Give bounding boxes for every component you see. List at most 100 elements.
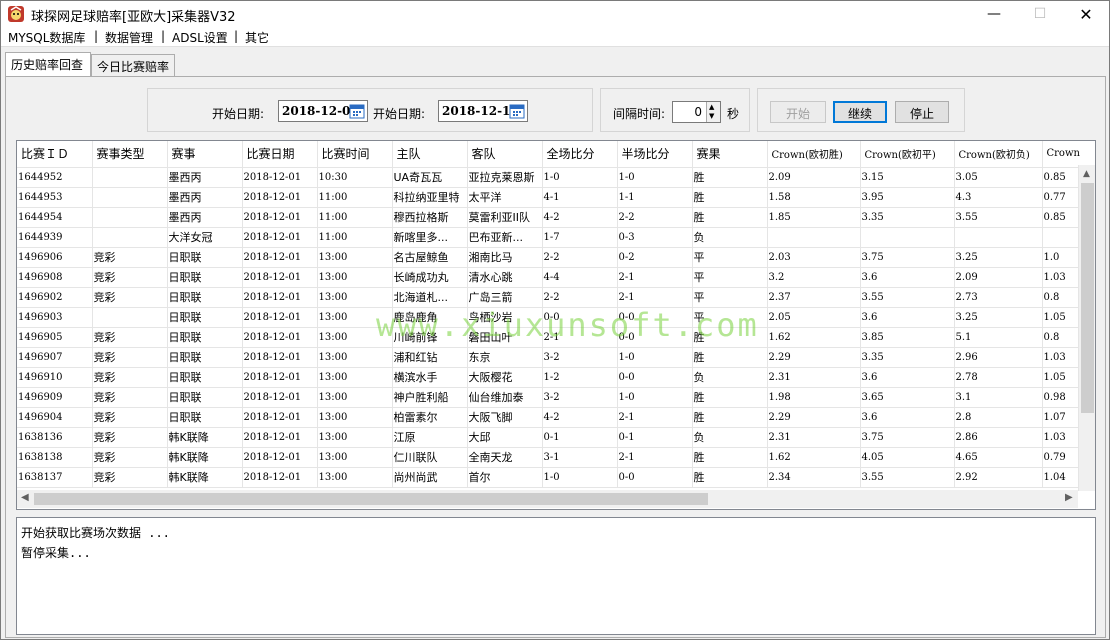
table-header-row: 比赛ＩＤ 赛事类型 赛事 比赛日期 比赛时间 主队 客队 全场比分 半场比分 赛果 Crown(欧初… — [17, 141, 1095, 168]
column-header[interactable]: 赛果 — [692, 141, 768, 168]
table-row[interactable]: 1638136 竞彩 韩K联降 2018-12-01 13:00 江原 大邱 0-1 0-1 负 2… — [17, 427, 1095, 448]
table-cell: 2018-12-01 — [242, 327, 318, 348]
table-row[interactable]: 1644952 墨西丙 2018-12-01 10:30 UA奇瓦瓦 亚拉克莱恩斯 1-0 1… — [17, 167, 1095, 188]
column-header[interactable]: Crown — [1042, 141, 1095, 168]
table-row[interactable]: 1496903 日职联 2018-12-01 13:00 鹿岛鹿角 鸟栖沙岩 0-0 0-0 平… — [17, 307, 1095, 328]
table-row[interactable]: 1644939 大洋女冠 2018-12-01 11:00 新喀里多... 巴布亚新...… — [17, 227, 1095, 248]
menu-adsl-settings[interactable]: ADSL设置 — [172, 29, 228, 46]
table-cell: 日职联 — [167, 267, 243, 288]
log-output[interactable]: 开始获取比赛场次数据 ... 暂停采集... — [16, 517, 1096, 635]
tab-history-odds[interactable]: 历史赔率回查 — [5, 52, 91, 76]
table-row[interactable]: 1496910 竞彩 日职联 2018-12-01 13:00 横滨水手 大阪樱花 1-2 0-… — [17, 367, 1095, 388]
table-cell: 3-2 — [542, 387, 618, 408]
table-cell: 韩K联降 — [167, 447, 243, 468]
menu-data-management[interactable]: 数据管理 — [105, 29, 153, 46]
spin-up-icon[interactable]: ▲ — [709, 103, 714, 111]
horizontal-scrollbar[interactable]: ◀ ▶ — [17, 490, 1078, 508]
scroll-right-icon[interactable]: ▶ — [1065, 492, 1073, 503]
minimize-button[interactable]: — — [971, 1, 1017, 27]
interval-spinner[interactable]: 0 ▲ ▼ — [672, 101, 721, 123]
vertical-scroll-thumb[interactable] — [1081, 183, 1094, 413]
table-cell: 2.37 — [767, 287, 861, 308]
table-cell: 负 — [692, 367, 768, 388]
start-date-picker[interactable]: 2018-12-01 — [278, 100, 368, 122]
column-header[interactable]: 比赛ＩＤ — [17, 141, 93, 168]
scroll-left-icon[interactable]: ◀ — [21, 492, 29, 503]
table-cell: 2.8 — [954, 407, 1043, 428]
table-row[interactable]: 1496908 竞彩 日职联 2018-12-01 13:00 长崎成功丸 清水心跳 4-4 2… — [17, 267, 1095, 288]
table-cell: 胜 — [692, 187, 768, 208]
table-row[interactable]: 1496902 竞彩 日职联 2018-12-01 13:00 北海道札... 广岛三箭 2-… — [17, 287, 1095, 308]
table-cell: 1496908 — [17, 267, 93, 288]
table-row[interactable]: 1496907 竞彩 日职联 2018-12-01 13:00 浦和红钻 东京 3-2 1-0 胜… — [17, 347, 1095, 368]
table-cell: 2018-12-01 — [242, 247, 318, 268]
column-header[interactable]: Crown(欧初负) — [954, 141, 1043, 168]
table-cell: 1.98 — [767, 387, 861, 408]
start-button[interactable]: 开始 — [770, 101, 826, 123]
table-cell: 仁川联队 — [392, 447, 468, 468]
table-cell: 尚州尚武 — [392, 467, 468, 488]
spinner-arrows[interactable]: ▲ ▼ — [706, 102, 720, 122]
column-header[interactable]: 全场比分 — [542, 141, 618, 168]
table-cell: 3.55 — [954, 207, 1043, 228]
table-cell: 鸟栖沙岩 — [467, 307, 543, 328]
vertical-scrollbar[interactable]: ▲ — [1078, 165, 1095, 491]
maximize-button[interactable]: ☐ — [1017, 1, 1063, 27]
column-header[interactable]: Crown(欧初胜) — [767, 141, 861, 168]
odds-data-grid[interactable]: 比赛ＩＤ 赛事类型 赛事 比赛日期 比赛时间 主队 客队 全场比分 半场比分 赛果 Crown(欧初… — [16, 140, 1096, 510]
stop-button[interactable]: 停止 — [895, 101, 949, 123]
table-row[interactable]: 1496906 竞彩 日职联 2018-12-01 13:00 名古屋鲸鱼 湘南比马 2-2 0… — [17, 247, 1095, 268]
table-row[interactable]: 1496904 竞彩 日职联 2018-12-01 13:00 柏雷素尔 大阪飞脚 4-2 2-… — [17, 407, 1095, 428]
column-header[interactable]: 比赛日期 — [242, 141, 318, 168]
end-date-picker[interactable]: 2018-12-19 — [438, 100, 528, 122]
table-cell: 11:00 — [317, 207, 393, 228]
column-header[interactable]: 赛事类型 — [92, 141, 168, 168]
table-cell: 大邱 — [467, 427, 543, 448]
column-header[interactable]: 比赛时间 — [317, 141, 393, 168]
table-cell: 1644954 — [17, 207, 93, 228]
table-cell: 2.34 — [767, 467, 861, 488]
table-cell: 胜 — [692, 407, 768, 428]
table-row[interactable]: 1644954 墨西丙 2018-12-01 11:00 穆西拉格斯 莫雷利亚II队 4-2… — [17, 207, 1095, 228]
table-cell: 2-1 — [542, 327, 618, 348]
table-cell: 13:00 — [317, 347, 393, 368]
table-cell: 3.6 — [860, 407, 955, 428]
column-header[interactable]: 赛事 — [167, 141, 243, 168]
app-window: 球探网足球赔率[亚欧大]采集器V32 — ☐ ✕ MYSQL数据库 | 数据管理… — [0, 0, 1110, 640]
table-cell: 墨西丙 — [167, 167, 243, 188]
table-cell: 13:00 — [317, 307, 393, 328]
continue-button[interactable]: 继续 — [833, 101, 887, 123]
table-cell: 2-2 — [542, 247, 618, 268]
table-cell: 江原 — [392, 427, 468, 448]
table-cell: 名古屋鲸鱼 — [392, 247, 468, 268]
calendar-icon[interactable] — [509, 103, 525, 119]
table-cell: 2.73 — [954, 287, 1043, 308]
table-cell: 胜 — [692, 167, 768, 188]
odds-table: 比赛ＩＤ 赛事类型 赛事 比赛日期 比赛时间 主队 客队 全场比分 半场比分 赛果 Crown(欧初… — [17, 141, 1095, 488]
table-cell: 2018-12-01 — [242, 467, 318, 488]
calendar-icon[interactable] — [349, 103, 365, 119]
menu-other[interactable]: 其它 — [245, 29, 269, 46]
table-row[interactable]: 1638137 竞彩 韩K联降 2018-12-01 13:00 尚州尚武 首尔 1-0 0-0… — [17, 467, 1095, 488]
table-cell: 13:00 — [317, 367, 393, 388]
column-header[interactable]: 半场比分 — [617, 141, 693, 168]
spin-down-icon[interactable]: ▼ — [709, 112, 714, 120]
tab-today-odds[interactable]: 今日比赛赔率 — [91, 54, 175, 76]
close-button[interactable]: ✕ — [1063, 1, 1109, 27]
table-row[interactable]: 1644953 墨西丙 2018-12-01 11:00 科拉纳亚里特 太平洋 4-1 1-1… — [17, 187, 1095, 208]
table-cell: 日职联 — [167, 387, 243, 408]
table-cell: 1496907 — [17, 347, 93, 368]
menu-mysql-database[interactable]: MYSQL数据库 — [8, 29, 85, 46]
table-cell: 1-0 — [542, 167, 618, 188]
column-header[interactable]: Crown(欧初平) — [860, 141, 955, 168]
column-header[interactable]: 客队 — [467, 141, 543, 168]
menu-bar: MYSQL数据库 | 数据管理 | ADSL设置 | 其它 — [1, 27, 1109, 47]
table-cell: 11:00 — [317, 227, 393, 248]
scroll-up-icon[interactable]: ▲ — [1083, 169, 1090, 179]
horizontal-scroll-thumb[interactable] — [34, 493, 708, 505]
table-cell: 0-3 — [617, 227, 693, 248]
column-header[interactable]: 主队 — [392, 141, 468, 168]
table-row[interactable]: 1496905 竞彩 日职联 2018-12-01 13:00 川崎前锋 磐田山叶 2-1 0-… — [17, 327, 1095, 348]
table-row[interactable]: 1638138 竞彩 韩K联降 2018-12-01 13:00 仁川联队 全南天龙 3-1 2… — [17, 447, 1095, 468]
table-row[interactable]: 1496909 竞彩 日职联 2018-12-01 13:00 神户胜利船 仙台维加泰 3-2… — [17, 387, 1095, 408]
